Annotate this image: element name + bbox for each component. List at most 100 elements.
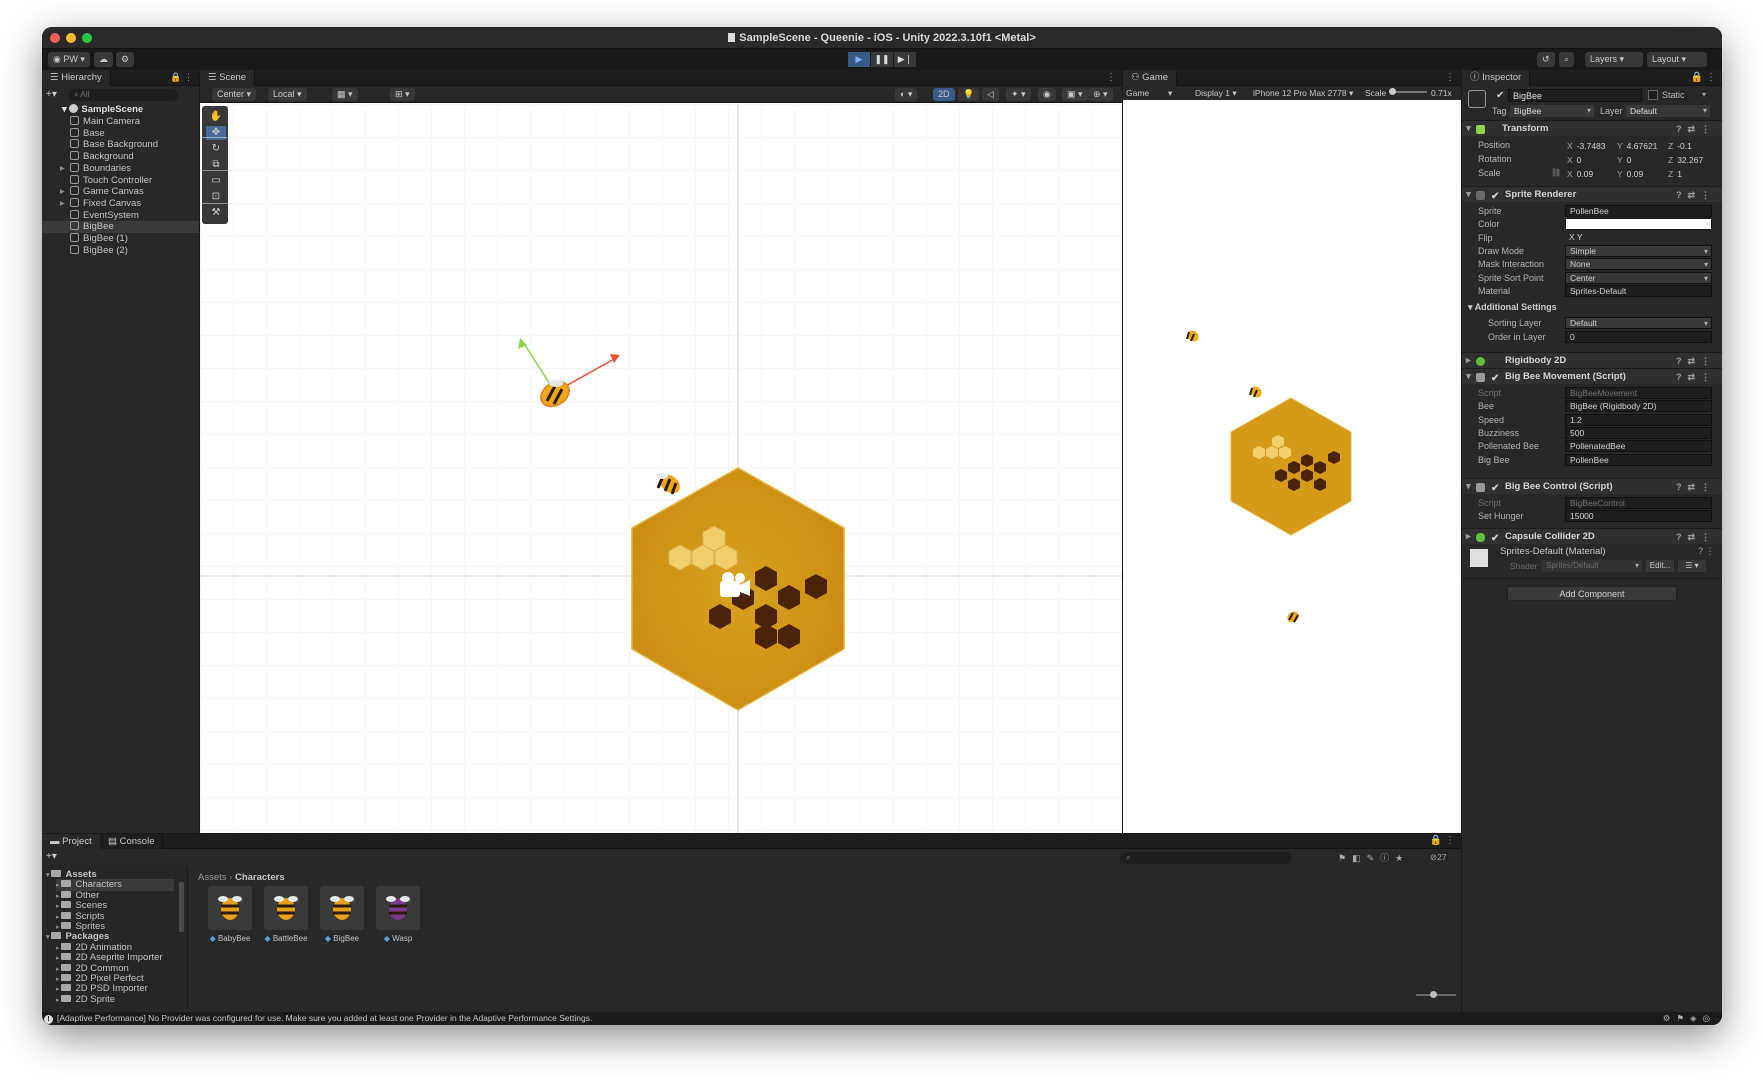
shader-dropdown[interactable]: Sprites/Default — [1542, 560, 1642, 572]
component-menu-icons[interactable]: ?⇄⋮ — [1676, 353, 1716, 369]
property-value-field[interactable]: None — [1565, 258, 1712, 271]
scale-z-field[interactable]: Z1 — [1668, 167, 1682, 181]
hierarchy-item[interactable]: ▸ Game Canvas — [60, 186, 195, 198]
hierarchy-item[interactable]: Base Background — [70, 139, 195, 151]
additional-settings-foldout[interactable]: ▾ Additional Settings — [1468, 302, 1557, 313]
property-value-field[interactable]: BigBeeMovement — [1565, 387, 1712, 399]
create-asset-button[interactable]: +▾ — [46, 851, 57, 862]
position-z-field[interactable]: Z -0.1 — [1668, 139, 1692, 153]
scale-slider[interactable] — [1389, 88, 1427, 95]
shader-options-button[interactable]: ☰ ▾ — [1678, 560, 1706, 572]
property-value-field[interactable]: PollenBee — [1565, 453, 1712, 466]
tab-scene[interactable]: ☰ Scene — [200, 70, 256, 86]
panel-menu-icon[interactable]: ⋮ — [1445, 72, 1455, 83]
capsule-collider-header[interactable]: ▸ ✔ Capsule Collider 2D ?⇄⋮ — [1462, 528, 1722, 544]
pause-button[interactable]: ❚❚ — [871, 52, 893, 67]
hierarchy-item[interactable]: Touch Controller — [70, 174, 195, 187]
layout-dropdown[interactable]: Layout ▾ — [1647, 52, 1707, 67]
scale-x-field[interactable]: X 0.09 — [1567, 167, 1593, 181]
hierarchy-item[interactable]: BigBee (2) — [70, 244, 195, 257]
asset-item[interactable]: ◆ Wasp — [376, 886, 420, 943]
component-menu-icons[interactable]: ?⇄⋮ — [1676, 369, 1716, 385]
static-checkbox[interactable] — [1648, 90, 1658, 100]
rotation-x-field[interactable]: X0 — [1567, 153, 1581, 167]
thumbnail-size-slider[interactable] — [1416, 991, 1456, 998]
sorting-layer-dropdown[interactable]: Default — [1565, 317, 1712, 329]
status-bar[interactable]: ! [Adaptive Performance] No Provider was … — [42, 1012, 1722, 1025]
link-icon[interactable]: ⛓ — [1551, 166, 1561, 180]
lighting-toggle[interactable]: 💡 — [958, 88, 980, 101]
rotation-z-field[interactable]: Z 32.267 — [1668, 153, 1703, 167]
component-menu-icons[interactable]: ?⇄⋮ — [1676, 529, 1716, 545]
play-button[interactable]: ▶ — [848, 52, 870, 67]
add-object-button[interactable]: +▾ — [46, 89, 57, 100]
add-component-button[interactable]: Add Component — [1507, 586, 1677, 601]
hierarchy-item[interactable]: ▸ Boundaries — [60, 162, 195, 175]
hierarchy-item[interactable]: EventSystem — [70, 209, 195, 222]
game-mode-dropdown[interactable]: Game ▾ — [1126, 86, 1172, 100]
component-menu-icons[interactable]: ?⇄⋮ — [1676, 187, 1716, 203]
draw-mode-dropdown[interactable]: ◐ ▾ — [895, 88, 918, 101]
tab-console[interactable]: ▤ Console — [100, 834, 164, 849]
static-dropdown-icon[interactable]: ▾ — [1702, 90, 1706, 99]
display-dropdown[interactable]: Display 1 ▾ — [1195, 86, 1237, 100]
tab-project[interactable]: ▬ Project — [42, 834, 101, 849]
property-value-field[interactable]: BigBeeControl — [1565, 497, 1712, 509]
tag-dropdown[interactable]: BigBee — [1510, 105, 1594, 117]
layers-dropdown[interactable]: Layers ▾ — [1585, 52, 1643, 67]
component-menu-icons[interactable]: ?⇄⋮ — [1676, 479, 1716, 495]
resolution-dropdown[interactable]: iPhone 12 Pro Max 2778 ▾ — [1253, 86, 1353, 100]
sprite-renderer-header[interactable]: ▾ ✔ Sprite Renderer ?⇄⋮ — [1462, 186, 1722, 202]
scene-root-item[interactable]: ▾ SampleScene — [62, 104, 143, 116]
tab-inspector[interactable]: ⓘ Inspector — [1462, 70, 1531, 86]
audio-toggle[interactable]: ◁ — [982, 88, 999, 101]
transform-component-header[interactable]: ▾ Transform ?⇄⋮ — [1462, 120, 1722, 136]
effects-dropdown[interactable]: ✦ ▾ — [1006, 88, 1031, 101]
collider-enabled-checkbox[interactable]: ✔ — [1491, 531, 1499, 547]
increment-snap-button[interactable]: ⊞ ▾ — [390, 88, 415, 101]
thumbnail-slider-handle[interactable] — [1430, 991, 1437, 998]
active-checkbox[interactable]: ✔ — [1496, 90, 1504, 101]
panel-menu-icon[interactable]: ⋮ — [1106, 72, 1116, 83]
property-value-field[interactable]: Sprites-Default — [1565, 284, 1712, 297]
sprite-renderer-enabled-checkbox[interactable]: ✔ — [1491, 189, 1499, 205]
status-icons[interactable]: ⚙⚑◈◎ — [1663, 1012, 1716, 1025]
bigbee-movement-header[interactable]: ▾ ✔ Big Bee Movement (Script) ?⇄⋮ — [1462, 368, 1722, 384]
order-in-layer-field[interactable]: 0 — [1565, 331, 1712, 343]
game-canvas[interactable] — [1123, 101, 1461, 833]
pivot-center-dropdown[interactable]: Center ▾ — [212, 88, 257, 101]
position-x-field[interactable]: X -3.7483 — [1567, 139, 1606, 153]
project-search-input[interactable]: ⌕ — [1120, 852, 1292, 864]
project-filter-icons[interactable]: ⚑◧✎ⓘ★ — [1338, 851, 1409, 864]
account-dropdown[interactable]: ◉ PW ▾ — [48, 52, 90, 67]
edit-shader-button[interactable]: Edit... — [1646, 560, 1674, 572]
property-value-field[interactable] — [1565, 218, 1712, 231]
hierarchy-item[interactable]: Main Camera — [70, 116, 195, 128]
hidden-count-badge[interactable]: ⊘27 — [1430, 852, 1447, 863]
undo-history-button[interactable]: ↺ — [1537, 52, 1555, 67]
panel-menu-icon[interactable]: 🔒 ⋮ — [170, 72, 193, 83]
property-value-field[interactable]: Simple — [1565, 244, 1712, 257]
property-value-field[interactable]: 1.2 — [1565, 413, 1712, 426]
scene-visibility-toggle[interactable]: ◉ — [1038, 88, 1056, 101]
scene-canvas[interactable] — [200, 104, 1122, 833]
asset-item[interactable]: ◆ BattleBee — [264, 886, 308, 943]
services-button[interactable]: ⚙ — [116, 52, 135, 67]
position-y-field[interactable]: Y 4.67621 — [1617, 139, 1657, 153]
folder-tree-scrollbar[interactable] — [179, 882, 184, 932]
tab-game[interactable]: ⚇ Game — [1123, 70, 1178, 86]
scale-slider-handle[interactable] — [1389, 88, 1396, 95]
hierarchy-item[interactable]: Background — [70, 151, 195, 163]
property-value-field[interactable]: BigBee (Rigidbody 2D) — [1565, 400, 1712, 413]
gizmos-dropdown[interactable]: ⊕ ▾ — [1088, 88, 1113, 101]
hierarchy-item[interactable]: BigBee — [42, 221, 199, 234]
scale-y-field[interactable]: Y 0.09 — [1617, 167, 1643, 181]
breadcrumb-assets[interactable]: Assets — [198, 872, 227, 883]
property-value-field[interactable]: PollenatedBee — [1565, 440, 1712, 453]
movement-enabled-checkbox[interactable]: ✔ — [1491, 371, 1499, 387]
breadcrumb-characters[interactable]: Characters — [235, 872, 285, 883]
control-enabled-checkbox[interactable]: ✔ — [1491, 481, 1499, 497]
search-button[interactable]: ⌕ — [1559, 52, 1575, 67]
layer-dropdown[interactable]: Default — [1626, 105, 1710, 117]
grid-snap-button[interactable]: ▦ ▾ — [332, 88, 358, 101]
